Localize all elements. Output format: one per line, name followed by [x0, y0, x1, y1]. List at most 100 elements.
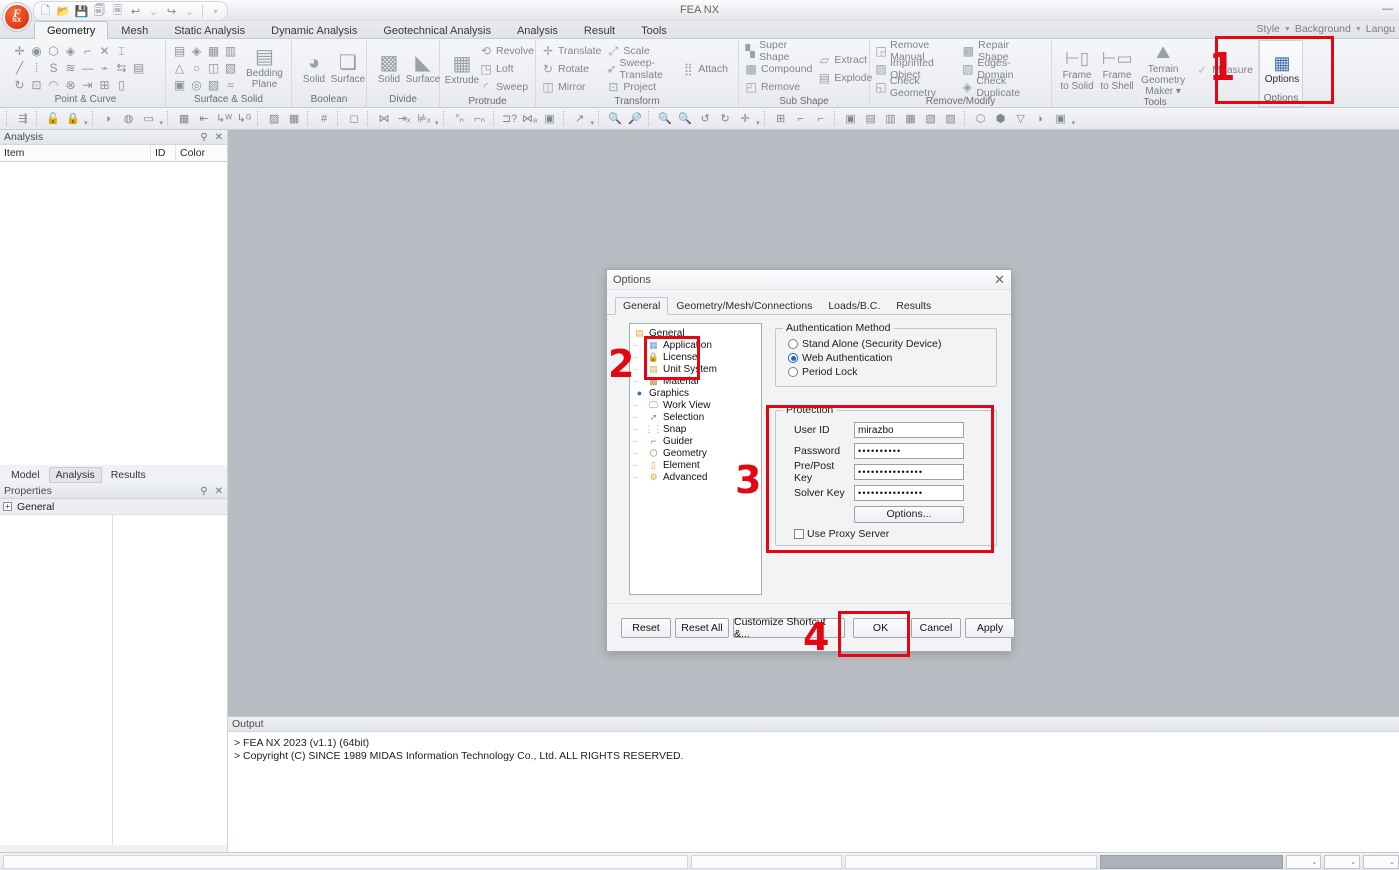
toolbar-icon[interactable]: ▤: [862, 110, 880, 128]
tree-node-work-view[interactable]: ┈ 🖵 Work View: [633, 399, 761, 411]
tool-icon[interactable]: S: [45, 60, 62, 77]
tool-icon[interactable]: ⊞: [96, 77, 113, 94]
frame-to-solid-button[interactable]: ⊢▯ Frame to Solid: [1057, 48, 1097, 92]
explode-button[interactable]: ▤ Explode: [817, 69, 873, 87]
toolbar-icon[interactable]: 🔍: [656, 110, 674, 128]
frame-to-shell-button[interactable]: ⊢▭ Frame to Shell: [1097, 48, 1137, 92]
tool-icon[interactable]: ≈: [222, 77, 239, 94]
dialog-close-icon[interactable]: ✕: [994, 273, 1005, 286]
ribbon-tab-geotechnical-analysis[interactable]: Geotechnical Analysis: [370, 21, 504, 39]
toolbar-grip[interactable]: [648, 111, 652, 126]
tool-icon[interactable]: ✕: [96, 43, 113, 60]
customize-qat-icon[interactable]: ▾: [208, 4, 223, 19]
save-icon[interactable]: 💾: [74, 4, 89, 19]
toolbar-overflow-icon[interactable]: ▾: [435, 119, 439, 127]
boolean-solid-button[interactable]: ◕ Solid: [297, 52, 331, 85]
tool-icon[interactable]: ⦙: [28, 60, 45, 77]
toolbar-icon[interactable]: ↳ᵂ: [215, 110, 233, 128]
ribbon-tab-analysis[interactable]: Analysis: [504, 21, 571, 39]
toolbar-icon[interactable]: ▥: [882, 110, 900, 128]
toolbar-icon[interactable]: ✛: [736, 110, 754, 128]
bedding-plane-button[interactable]: ▤ Bedding Plane: [243, 46, 286, 90]
divide-surface-button[interactable]: ◣ Surface: [406, 52, 440, 85]
toolbar-icon[interactable]: ↺: [696, 110, 714, 128]
new-file-icon[interactable]: 🗋: [38, 4, 53, 19]
ribbon-tab-geometry[interactable]: Geometry: [34, 21, 109, 39]
tool-icon[interactable]: ◈: [188, 43, 205, 60]
toolbar-icon[interactable]: ▦: [902, 110, 920, 128]
corner-menu-background[interactable]: Background: [1295, 23, 1351, 35]
column-header-id[interactable]: ID: [151, 145, 176, 161]
toolbar-icon[interactable]: 🔍: [606, 110, 624, 128]
toolbar-overflow-icon[interactable]: ▾: [160, 119, 164, 127]
input-pre-post-key[interactable]: •••••••••••••••: [854, 464, 964, 480]
corner-menu-langu[interactable]: Langu: [1366, 23, 1395, 35]
tree-node-advanced[interactable]: ┈ ⚙ Advanced: [633, 471, 761, 483]
dialog-button-reset-all[interactable]: Reset All: [675, 618, 729, 638]
tool-icon[interactable]: ◎: [188, 77, 205, 94]
toolbar-icon[interactable]: °ₙ: [451, 110, 469, 128]
tool-icon[interactable]: △: [171, 60, 188, 77]
tree-node-guider[interactable]: ┈ ⌐ Guider: [633, 435, 761, 447]
toolbar-icon[interactable]: ⌐: [792, 110, 810, 128]
toolbar-icon[interactable]: ▣: [541, 110, 559, 128]
tool-icon[interactable]: ≋: [62, 60, 79, 77]
toolbar-icon[interactable]: 🔍: [676, 110, 694, 128]
tree-node-element[interactable]: ┈ ▯ Element: [633, 459, 761, 471]
remove-button[interactable]: ◰ Remove: [744, 78, 812, 96]
properties-general-row[interactable]: + General: [0, 499, 227, 515]
ribbon-tab-tools[interactable]: Tools: [628, 21, 680, 39]
radio-button[interactable]: [788, 353, 798, 363]
tool-icon[interactable]: ▥: [222, 43, 239, 60]
tool-icon[interactable]: ▤: [130, 60, 147, 77]
toolbar-grip[interactable]: [598, 111, 602, 126]
redo-icon[interactable]: ↪: [164, 4, 179, 19]
toolbar-icon[interactable]: ⌐: [812, 110, 830, 128]
column-header-item[interactable]: Item: [0, 145, 151, 161]
pin-icon[interactable]: ⚲: [200, 132, 207, 143]
corner-menu-style[interactable]: Style: [1257, 23, 1280, 35]
toolbar-icon[interactable]: 🔓: [44, 110, 62, 128]
close-icon[interactable]: ✕: [215, 132, 223, 143]
use-proxy-server-row[interactable]: Use Proxy Server: [776, 528, 996, 540]
toolbar-icon[interactable]: ⊞: [772, 110, 790, 128]
dialog-button-apply[interactable]: Apply: [965, 618, 1015, 638]
toolbar-icon[interactable]: ↻: [716, 110, 734, 128]
tool-icon[interactable]: ⇆: [113, 60, 130, 77]
toolbar-overflow-icon[interactable]: ▾: [84, 119, 88, 127]
dialog-button-ok[interactable]: OK: [853, 618, 908, 638]
tree-node-geometry[interactable]: ┈ ⬡ Geometry: [633, 447, 761, 459]
toolbar-icon[interactable]: 🔒: [64, 110, 82, 128]
toolbar-icon[interactable]: ▭: [140, 110, 158, 128]
dialog-tab-results[interactable]: Results: [888, 297, 939, 315]
input-solver-key[interactable]: •••••••••••••••: [854, 485, 964, 501]
toolbar-icon[interactable]: ▦: [175, 110, 193, 128]
tool-icon[interactable]: ⬡: [45, 43, 62, 60]
redo-history-icon[interactable]: ⌄: [182, 4, 197, 19]
tool-icon[interactable]: ◫: [205, 60, 222, 77]
dialog-button-cancel[interactable]: Cancel: [911, 618, 961, 638]
chevron-down-icon[interactable]: ▼: [1355, 26, 1362, 33]
toolbar-overflow-icon[interactable]: ▾: [1072, 119, 1076, 127]
tree-node-license[interactable]: ┈ 🔒 License: [633, 351, 761, 363]
expander-icon[interactable]: +: [3, 502, 12, 511]
toolbar-grip[interactable]: [833, 111, 838, 126]
toolbar-icon[interactable]: ⇶: [14, 110, 32, 128]
minimize-button[interactable]: —: [1382, 2, 1393, 16]
toolbar-grip[interactable]: [6, 111, 10, 126]
tool-icon[interactable]: ▯: [113, 77, 130, 94]
sweep-button[interactable]: ◜ Sweep: [479, 78, 534, 96]
toolbar-icon[interactable]: ▦: [285, 110, 303, 128]
tool-icon[interactable]: ▤: [171, 43, 188, 60]
analysis-list-body[interactable]: [0, 162, 227, 465]
rotate-button[interactable]: ↻ Rotate: [541, 60, 601, 78]
tool-icon[interactable]: ⊡: [28, 77, 45, 94]
tree-tab-model[interactable]: Model: [4, 467, 47, 483]
properties-grid[interactable]: [0, 515, 227, 845]
ribbon-tab-result[interactable]: Result: [571, 21, 628, 39]
toolbar-icon[interactable]: ⋈ₐ: [521, 110, 539, 128]
dialog-tab-general[interactable]: General: [615, 297, 669, 315]
toolbar-grip[interactable]: [442, 111, 447, 126]
toolbar-icon[interactable]: ↳ᴳ: [235, 110, 253, 128]
tree-node-selection[interactable]: ┈ ➚ Selection: [633, 411, 761, 423]
